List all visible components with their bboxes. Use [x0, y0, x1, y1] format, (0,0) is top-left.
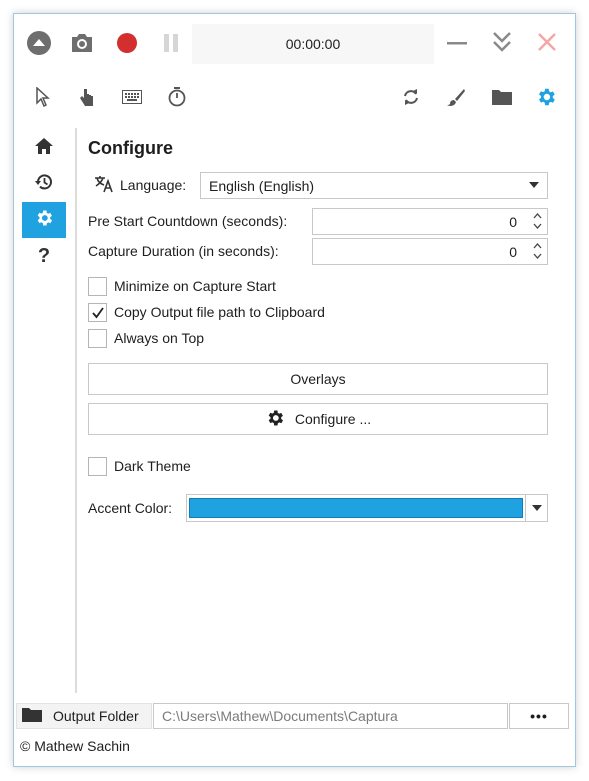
collapse-icon[interactable] — [26, 30, 52, 56]
nav-help[interactable]: ? — [22, 238, 66, 274]
camera-icon[interactable] — [68, 30, 96, 56]
always-on-top-checkbox[interactable] — [88, 328, 107, 348]
configure-panel: Configure Language: English (English) Pr… — [88, 128, 550, 522]
duration-value: 0 — [509, 243, 517, 260]
copy-path-checkbox[interactable] — [88, 302, 107, 322]
output-path-value: C:\Users\Mathew\Documents\Captura — [162, 708, 398, 724]
accent-color-picker[interactable] — [186, 494, 548, 522]
countdown-label: Pre Start Countdown (seconds): — [88, 213, 288, 229]
spin-down-icon[interactable] — [531, 251, 543, 261]
gear-icon — [265, 408, 285, 431]
duration-label: Capture Duration (in seconds): — [88, 243, 279, 259]
countdown-value: 0 — [509, 213, 517, 230]
top-bar: 00:00:00 — [14, 14, 575, 72]
duration-input[interactable]: 0 — [312, 238, 548, 265]
gear-icon[interactable] — [535, 86, 557, 108]
close-icon[interactable] — [534, 29, 560, 55]
record-icon[interactable] — [114, 30, 140, 56]
duration-spinner[interactable] — [531, 241, 543, 263]
configure-label: Configure ... — [294, 411, 372, 427]
overlays-button[interactable]: Overlays — [88, 363, 548, 395]
accent-color-label: Accent Color: — [88, 500, 173, 516]
help-icon: ? — [37, 244, 51, 267]
configure-button[interactable]: Configure ... — [88, 403, 548, 435]
spin-down-icon[interactable] — [531, 221, 543, 231]
more-options-button[interactable]: ••• — [509, 703, 569, 729]
language-row: Language: English (English) — [88, 172, 548, 200]
dark-theme-checkbox[interactable] — [88, 456, 107, 476]
nav-divider — [75, 128, 77, 693]
folder-icon — [21, 707, 43, 726]
tools-bar — [14, 80, 575, 116]
countdown-input[interactable]: 0 — [312, 208, 548, 235]
language-label: Language: — [94, 172, 186, 198]
output-folder-button[interactable]: Output Folder — [16, 703, 152, 729]
chevron-down-icon[interactable] — [525, 495, 547, 521]
minimize-on-start-option[interactable]: Minimize on Capture Start — [88, 275, 276, 297]
dark-theme-option[interactable]: Dark Theme — [88, 455, 191, 477]
history-icon — [34, 172, 54, 197]
countdown-row: Pre Start Countdown (seconds): 0 — [88, 208, 548, 236]
nav-history[interactable] — [22, 166, 66, 202]
spin-up-icon[interactable] — [531, 241, 543, 251]
keyboard-icon[interactable] — [120, 87, 144, 107]
output-bar: Output Folder C:\Users\Mathew\Documents\… — [14, 702, 575, 730]
accent-color-swatch[interactable] — [189, 498, 523, 518]
pause-icon[interactable] — [158, 30, 184, 56]
minimize-icon[interactable] — [444, 30, 470, 56]
refresh-icon[interactable] — [400, 86, 422, 108]
timer-text: 00:00:00 — [285, 36, 341, 52]
copy-path-label: Copy Output file path to Clipboard — [114, 304, 325, 320]
always-on-top-option[interactable]: Always on Top — [88, 327, 204, 349]
spin-up-icon[interactable] — [531, 211, 543, 221]
nav-home[interactable] — [22, 130, 66, 166]
translate-icon — [94, 175, 114, 196]
copy-path-option[interactable]: Copy Output file path to Clipboard — [88, 301, 325, 323]
gear-icon — [34, 208, 54, 233]
minimize-label: Minimize on Capture Start — [114, 278, 276, 294]
countdown-spinner[interactable] — [531, 211, 543, 233]
language-select[interactable]: English (English) — [200, 172, 548, 199]
output-folder-label: Output Folder — [53, 708, 139, 724]
nav-configure[interactable] — [22, 202, 66, 238]
stopwatch-icon[interactable] — [166, 86, 188, 108]
brush-icon[interactable] — [445, 86, 467, 108]
output-path-field[interactable]: C:\Users\Mathew\Documents\Captura — [153, 703, 508, 729]
dark-theme-label: Dark Theme — [114, 458, 191, 474]
ellipsis-icon: ••• — [530, 708, 548, 724]
home-icon — [34, 136, 54, 161]
folder-icon[interactable] — [490, 86, 514, 108]
duration-row: Capture Duration (in seconds): 0 — [88, 238, 548, 266]
language-value: English (English) — [209, 177, 315, 194]
hand-icon[interactable] — [76, 86, 98, 108]
side-nav: ? — [22, 130, 66, 274]
always-on-top-label: Always on Top — [114, 330, 205, 346]
captura-window: 00:00:00 ? Configure Language: English (… — [13, 13, 576, 767]
pointer-icon[interactable] — [32, 86, 54, 108]
expand-icon[interactable] — [489, 29, 515, 55]
overlays-label: Overlays — [290, 371, 346, 387]
timer-display: 00:00:00 — [192, 24, 434, 64]
copyright-text: © Mathew Sachin — [20, 738, 130, 754]
minimize-checkbox[interactable] — [88, 276, 107, 296]
page-title: Configure — [88, 138, 173, 158]
chevron-down-icon — [529, 182, 539, 188]
language-text: Language: — [120, 177, 187, 193]
